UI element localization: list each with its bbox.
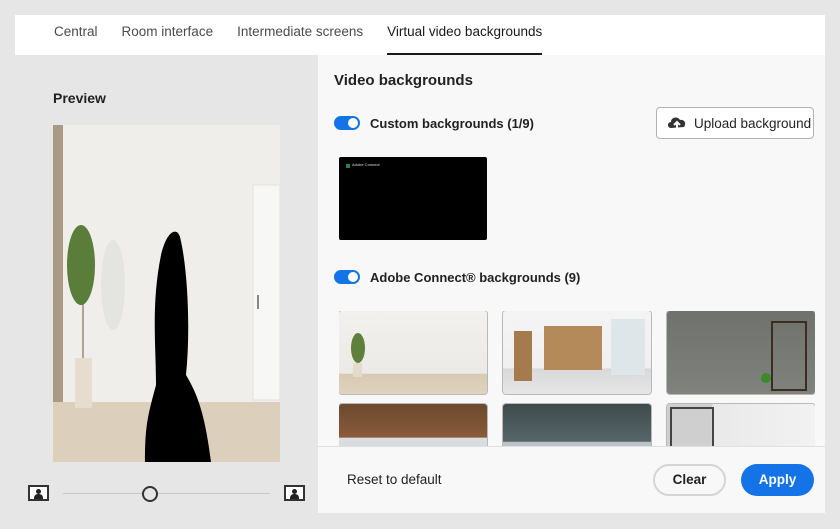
cloud-upload-icon bbox=[668, 117, 686, 131]
tab-list: Central Room interface Intermediate scre… bbox=[54, 15, 566, 55]
upload-background-label: Upload background bbox=[694, 115, 812, 131]
tab-virtual-video-backgrounds[interactable]: Virtual video backgrounds bbox=[387, 15, 543, 55]
preview-panel: Preview bbox=[15, 55, 318, 513]
upload-background-button[interactable]: Upload background bbox=[656, 107, 814, 139]
background-thumbnail-industrial-ceiling-office[interactable] bbox=[503, 404, 651, 446]
preview-image bbox=[53, 125, 280, 462]
custom-backgrounds-toggle[interactable] bbox=[334, 116, 360, 130]
custom-backgrounds-label: Custom backgrounds (1/9) bbox=[370, 116, 534, 131]
slider-thumb[interactable] bbox=[141, 486, 158, 502]
person-image-small-icon[interactable] bbox=[28, 485, 49, 501]
slider-track[interactable] bbox=[63, 493, 270, 494]
thumbnail-caption: Adobe Connect bbox=[352, 162, 380, 167]
zoom-slider bbox=[28, 485, 308, 503]
background-thumbnail-white-room-plant[interactable] bbox=[339, 311, 487, 394]
tab-central[interactable]: Central bbox=[54, 15, 98, 55]
tab-room-interface[interactable]: Room interface bbox=[122, 15, 214, 55]
clear-button[interactable]: Clear bbox=[653, 464, 726, 496]
backgrounds-panel: Video backgrounds Custom backgrounds (1/… bbox=[318, 55, 825, 513]
background-thumbnail-office-wood-wall[interactable] bbox=[503, 311, 651, 394]
footer-actions: Reset to default Clear Apply bbox=[318, 446, 825, 513]
apply-button[interactable]: Apply bbox=[741, 464, 814, 496]
background-thumbnail-white-room-glass-door[interactable] bbox=[667, 404, 815, 446]
custom-background-thumbnail[interactable]: Adobe Connect bbox=[339, 157, 487, 240]
adobe-backgrounds-grid bbox=[339, 311, 815, 446]
adobe-backgrounds-label: Adobe Connect® backgrounds (9) bbox=[370, 270, 581, 285]
preview-scene bbox=[53, 125, 280, 462]
preview-title: Preview bbox=[53, 90, 106, 106]
tab-intermediate-screens[interactable]: Intermediate screens bbox=[237, 15, 363, 55]
adobe-connect-logo-icon bbox=[346, 164, 350, 168]
top-tab-bar: Central Room interface Intermediate scre… bbox=[15, 15, 825, 55]
background-thumbnail-loft-brick-windows[interactable] bbox=[339, 404, 487, 446]
scrollbar-gutter bbox=[825, 55, 840, 513]
section-title: Video backgrounds bbox=[334, 72, 473, 89]
reset-to-default-button[interactable]: Reset to default bbox=[347, 472, 442, 487]
adobe-backgrounds-toggle[interactable] bbox=[334, 270, 360, 284]
person-image-large-icon[interactable] bbox=[284, 485, 305, 501]
background-thumbnail-concrete-wall-shelf[interactable] bbox=[667, 311, 815, 394]
